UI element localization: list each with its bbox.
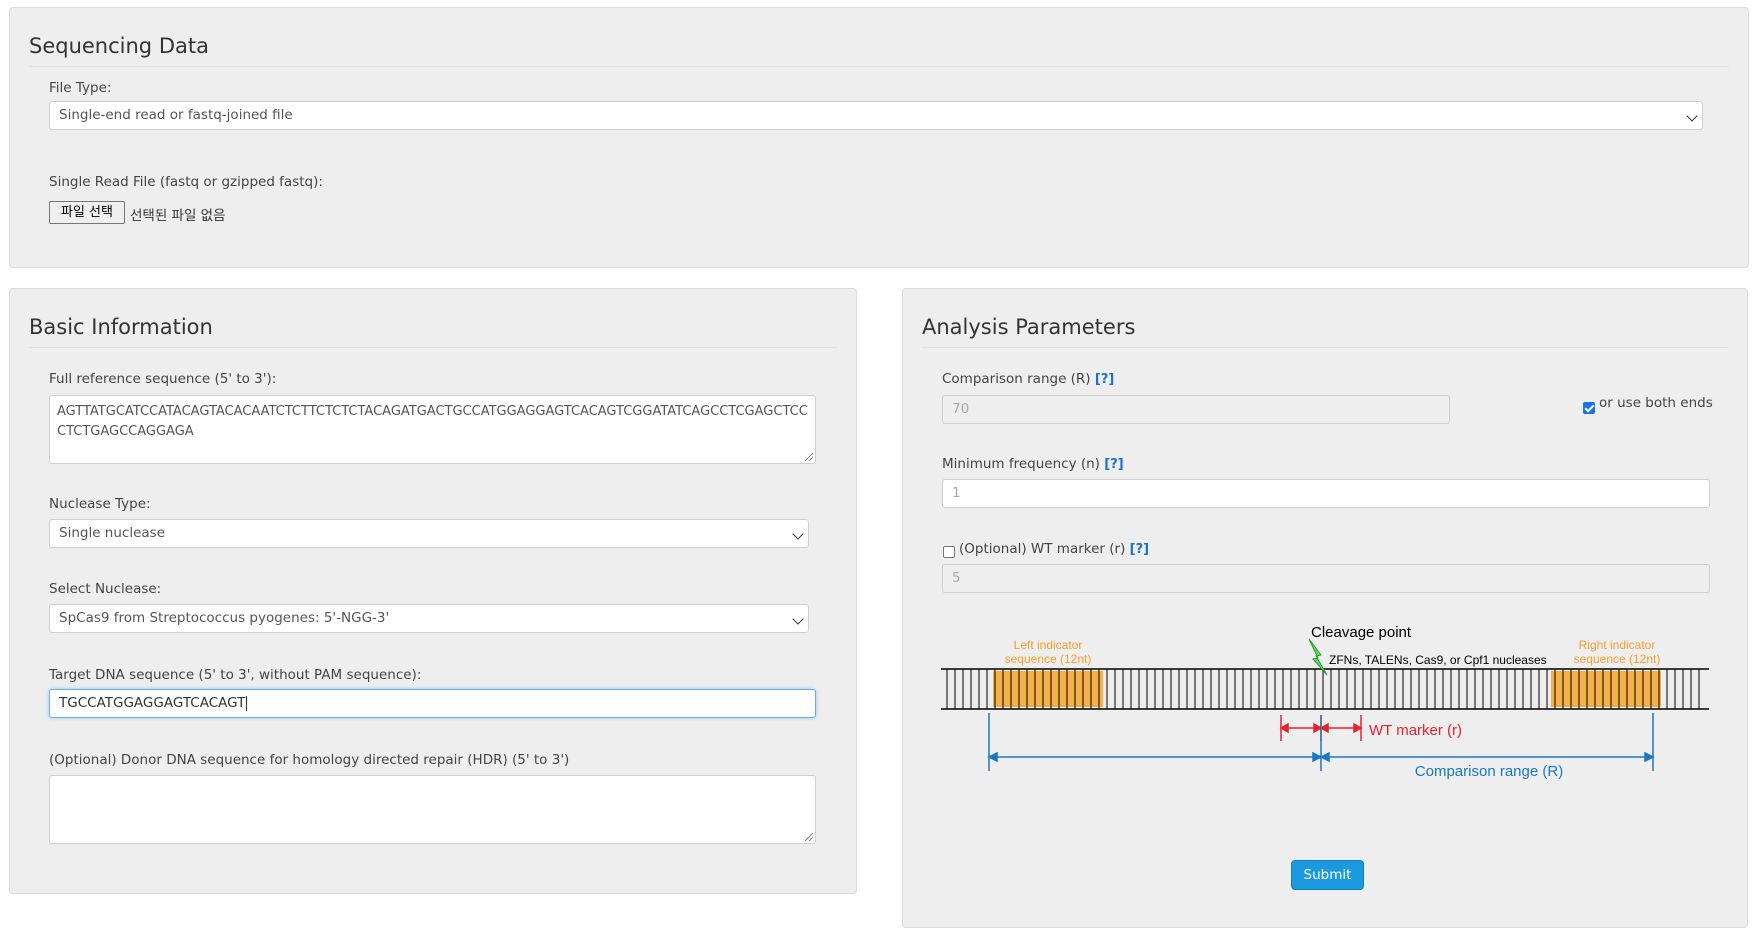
comparison-range-diagram-label: Comparison range (R) [1415, 763, 1563, 780]
sequencing-data-panel: Sequencing Data File Type: Single-end re… [9, 7, 1749, 268]
sequencing-data-title: Sequencing Data [29, 34, 209, 58]
cleavage-point-label: Cleavage point [1311, 624, 1412, 641]
chevron-down-icon [792, 528, 804, 540]
single-read-label: Single Read File (fastq or gzipped fastq… [49, 174, 323, 190]
select-nuclease-select[interactable]: SpCas9 from Streptococcus pyogenes: 5'-N… [49, 604, 809, 633]
no-file-text: 선택된 파일 없음 [130, 208, 226, 224]
divider [922, 347, 1728, 348]
nuclease-type-label: Nuclease Type: [49, 496, 151, 512]
resize-handle-icon[interactable] [805, 453, 813, 461]
left-indicator-label-1: Left indicator [1014, 638, 1083, 652]
choose-file-button[interactable]: 파일 선택 [49, 201, 125, 224]
file-type-value: Single-end read or fastq-joined file [59, 107, 293, 123]
minimum-frequency-help-link[interactable]: [?] [1104, 457, 1123, 472]
right-indicator-box [1551, 671, 1661, 707]
left-indicator-label-2: sequence (12nt) [1005, 652, 1092, 666]
wt-marker-placeholder: 5 [952, 570, 961, 586]
both-ends-label: or use both ends [1599, 395, 1713, 411]
comparison-range-label: Comparison range (R) [?] [942, 371, 1114, 387]
target-dna-label: Target DNA sequence (5' to 3', without P… [49, 667, 422, 683]
file-type-label: File Type: [49, 80, 112, 96]
wt-marker-diagram-label: WT marker (r) [1369, 722, 1462, 739]
resize-handle-icon[interactable] [805, 833, 813, 841]
select-nuclease-label: Select Nuclease: [49, 581, 162, 597]
divider [29, 66, 1729, 67]
wt-marker-text: (Optional) WT marker (r) [959, 541, 1126, 557]
both-ends-checkbox[interactable] [1583, 402, 1595, 414]
file-type-select[interactable]: Single-end read or fastq-joined file [49, 101, 1703, 130]
basic-information-panel: Basic Information Full reference sequenc… [9, 288, 857, 894]
wt-marker-help-link[interactable]: [?] [1130, 542, 1149, 557]
chevron-down-icon [792, 613, 804, 625]
right-indicator-label-1: Right indicator [1579, 638, 1656, 652]
select-nuclease-value: SpCas9 from Streptococcus pyogenes: 5'-N… [59, 610, 390, 626]
target-dna-input[interactable]: TGCCATGGAGGAGTCACAGT [49, 689, 816, 718]
nuclease-type-select[interactable]: Single nuclease [49, 519, 809, 548]
minimum-frequency-input[interactable]: 1 [942, 479, 1710, 508]
comparison-range-input[interactable]: 70 [942, 395, 1450, 424]
donor-dna-textarea[interactable] [49, 775, 816, 844]
analysis-parameters-panel: Analysis Parameters Comparison range (R)… [902, 288, 1748, 928]
reference-sequence-label: Full reference sequence (5' to 3'): [49, 371, 277, 387]
minimum-frequency-label: Minimum frequency (n) [?] [942, 456, 1124, 472]
wt-marker-checkbox[interactable] [943, 546, 955, 558]
nucleases-label: ZFNs, TALENs, Cas9, or Cpf1 nucleases [1329, 653, 1547, 667]
target-dna-value: TGCCATGGAGGAGTCACAGT [59, 695, 246, 711]
submit-button[interactable]: Submit [1291, 860, 1364, 890]
nuclease-type-value: Single nuclease [59, 525, 165, 541]
analysis-parameters-title: Analysis Parameters [922, 315, 1136, 339]
left-indicator-box [993, 671, 1103, 707]
cleavage-diagram: Cleavage point ZFNs, TALENs, Cas9, or Cp… [941, 624, 1709, 780]
minimum-frequency-text: Minimum frequency (n) [942, 456, 1100, 472]
comparison-range-help-link[interactable]: [?] [1095, 372, 1114, 387]
comparison-range-text: Comparison range (R) [942, 371, 1091, 387]
comparison-range-placeholder: 70 [952, 401, 970, 417]
chevron-down-icon [1686, 110, 1698, 122]
reference-sequence-textarea[interactable]: AGTTATGCATCCATACAGTACACAATCTCTTCTCTCTACA… [49, 395, 816, 464]
text-caret [246, 695, 248, 711]
reference-sequence-value: AGTTATGCATCCATACAGTACACAATCTCTTCTCTCTACA… [57, 404, 808, 439]
basic-information-title: Basic Information [29, 315, 213, 339]
right-indicator-label-2: sequence (12nt) [1574, 652, 1661, 666]
wt-marker-label: (Optional) WT marker (r) [?] [959, 541, 1149, 557]
divider [29, 347, 837, 348]
wt-marker-input[interactable]: 5 [942, 564, 1710, 593]
donor-dna-label: (Optional) Donor DNA sequence for homolo… [49, 752, 570, 768]
minimum-frequency-placeholder: 1 [952, 485, 961, 501]
